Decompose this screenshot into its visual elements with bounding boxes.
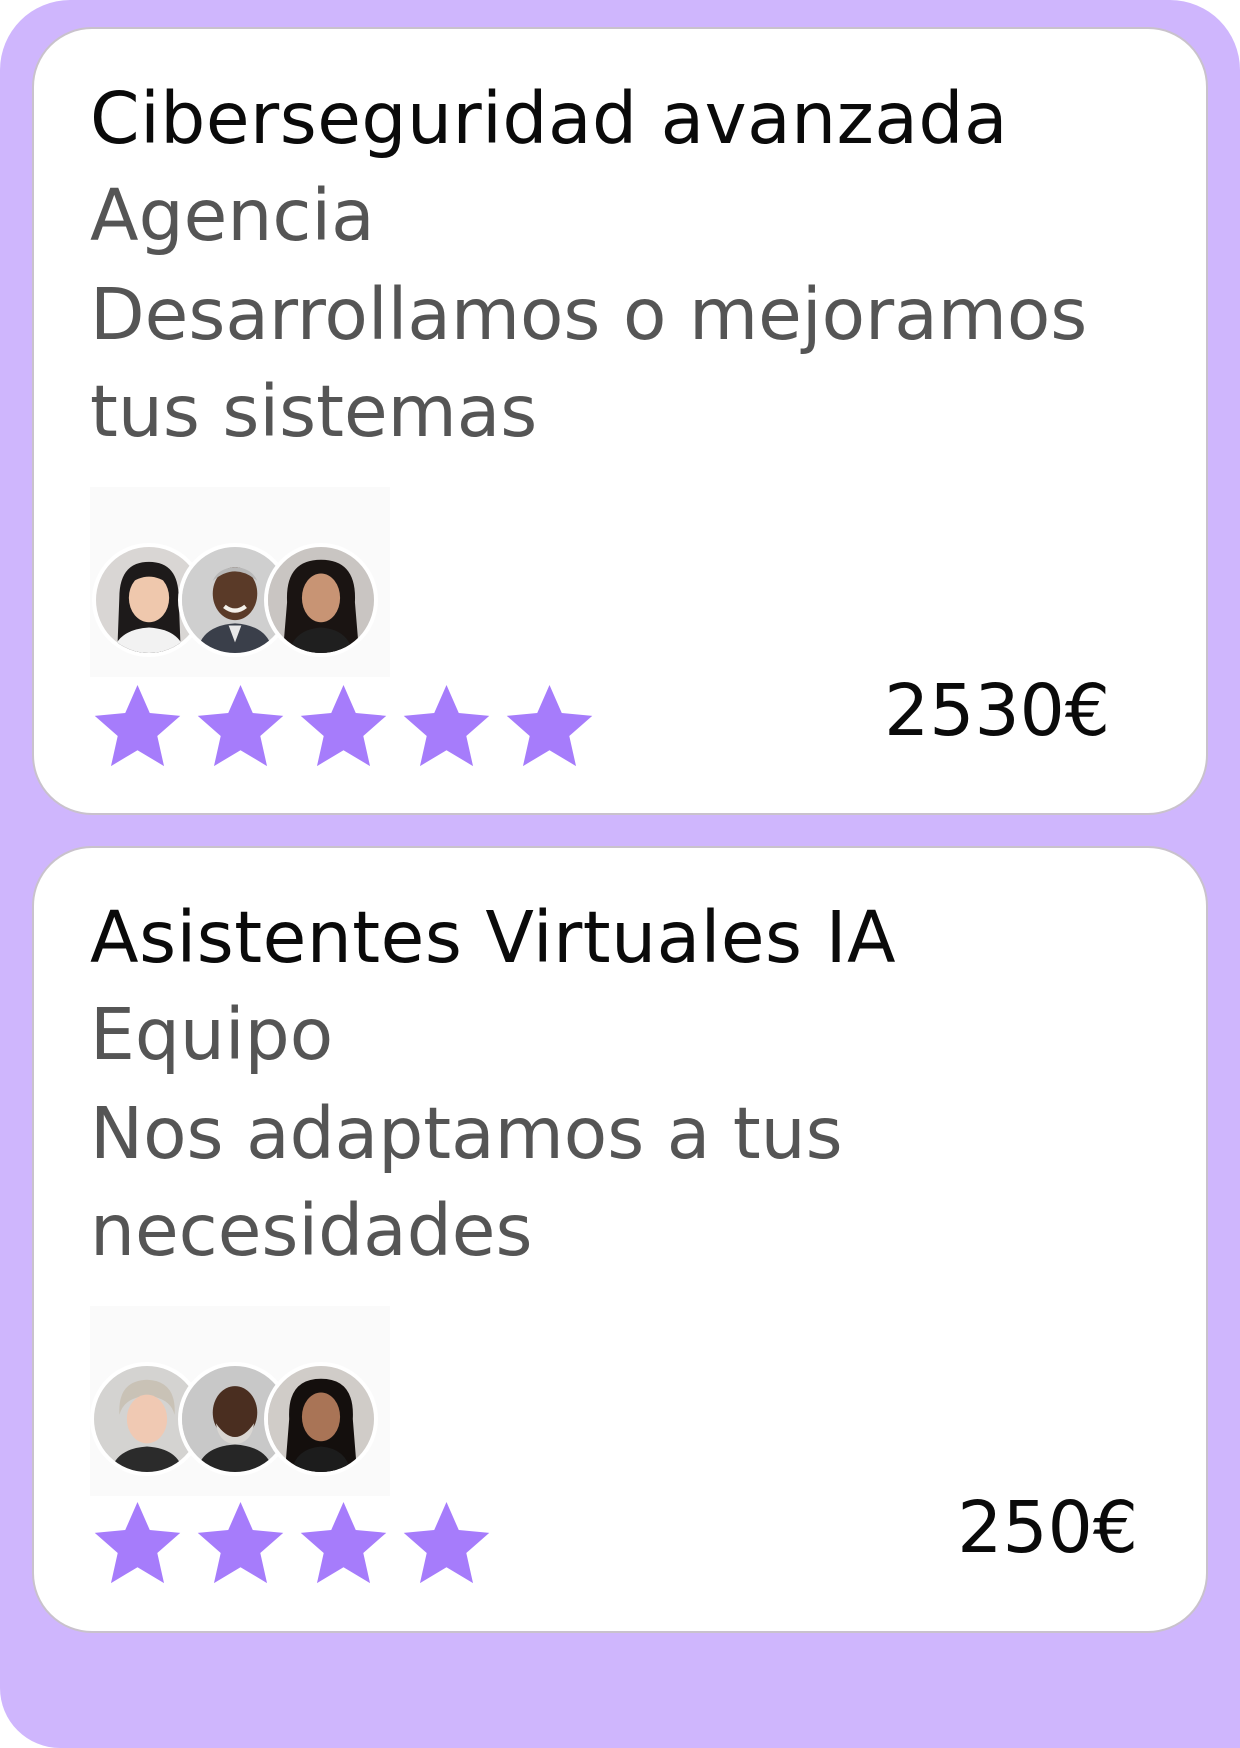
star-rating (90, 679, 597, 774)
star-icon (300, 684, 387, 767)
card-title: Ciberseguridad avanzada (90, 77, 1008, 160)
star-icon (94, 1501, 181, 1584)
background-panel: Ciberseguridad avanzada Agencia Desarrol… (0, 0, 1240, 1748)
star-icon (300, 1501, 387, 1584)
price-label: 250€ (957, 1486, 1138, 1569)
avatar (264, 543, 378, 657)
price-label: 2530€ (884, 669, 1110, 752)
star-icon (403, 1501, 490, 1584)
avatar-group (90, 487, 390, 677)
service-card[interactable]: Ciberseguridad avanzada Agencia Desarrol… (32, 27, 1208, 815)
star-rating (90, 1496, 494, 1591)
service-card[interactable]: Asistentes Virtuales IA Equipo Nos adapt… (32, 846, 1208, 1633)
card-description: Nos adaptamos a tus necesidades (90, 1092, 843, 1272)
star-icon (94, 684, 181, 767)
card-subtitle: Equipo (90, 993, 334, 1076)
card-title: Asistentes Virtuales IA (90, 896, 897, 979)
star-icon (197, 684, 284, 767)
avatar-group (90, 1306, 390, 1496)
star-icon (403, 684, 490, 767)
person-icon (268, 1366, 374, 1472)
star-icon (197, 1501, 284, 1584)
person-icon (268, 547, 374, 653)
star-icon (506, 684, 593, 767)
card-description: Desarrollamos o mejoramos tus sistemas (90, 273, 1088, 453)
avatar (264, 1362, 378, 1476)
card-subtitle: Agencia (90, 174, 375, 257)
